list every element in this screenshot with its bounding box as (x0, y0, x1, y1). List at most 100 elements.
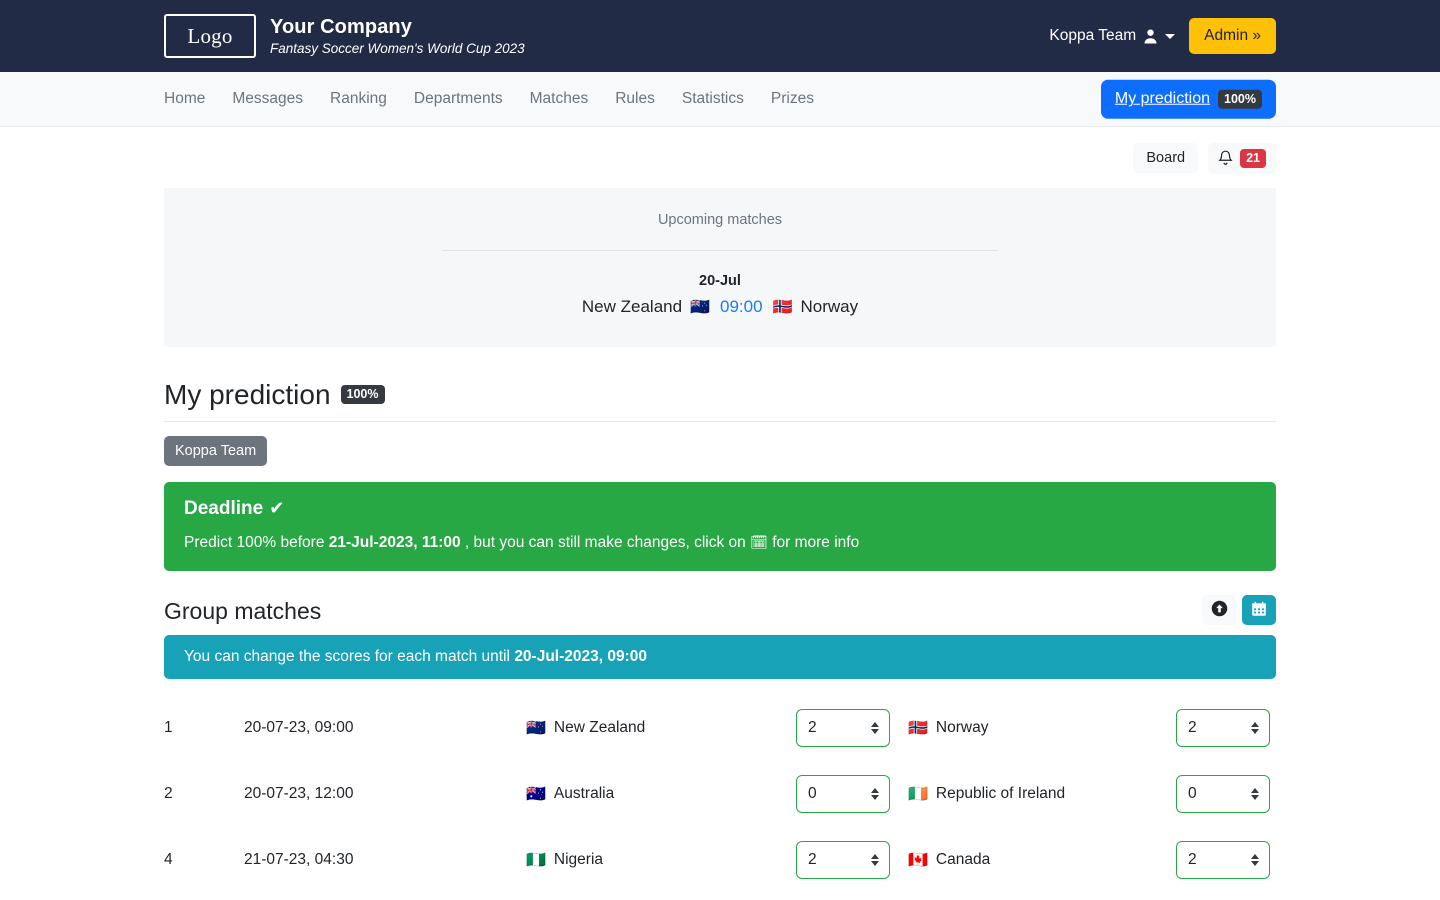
away-score-cell (1176, 761, 1276, 827)
user-menu[interactable]: Koppa Team (1049, 27, 1175, 45)
nav-item-prizes[interactable]: Prizes (771, 90, 814, 108)
group-matches-header: Group matches (164, 595, 1276, 625)
deadline-text-middle: , but you can still make changes, click … (465, 534, 746, 551)
flag-icon-away: 🇳🇴 (908, 720, 928, 736)
match-number: 4 (164, 827, 244, 893)
home-score-cell (796, 893, 908, 900)
board-button[interactable]: Board (1133, 143, 1198, 173)
upcoming-matches-card: Upcoming matches 20-Jul New Zealand 🇳🇿 0… (164, 188, 1276, 347)
chevron-down-icon (1165, 34, 1175, 39)
brand-text: Your Company Fantasy Soccer Women's Worl… (270, 16, 525, 57)
home-score-cell (796, 827, 908, 893)
nav-item-statistics[interactable]: Statistics (682, 90, 744, 108)
score-change-info-alert: You can change the scores for each match… (164, 635, 1276, 679)
match-datetime: 21-07-23, 07:00 (244, 893, 526, 900)
score-info-text: You can change the scores for each match… (184, 648, 510, 665)
upcoming-away-team-name: Norway (800, 297, 858, 317)
away-team-cell: 🇨🇦 Canada (908, 827, 1176, 893)
away-team-cell: 🇳🇴 Norway (908, 695, 1176, 761)
nav-item-departments[interactable]: Departments (414, 90, 503, 108)
nav-item-rules[interactable]: Rules (615, 90, 655, 108)
flag-icon-home: 🇳🇬 (526, 852, 546, 868)
my-prediction-section-header: My prediction 100% (164, 379, 1276, 422)
notification-count-badge: 21 (1240, 149, 1266, 168)
my-prediction-button[interactable]: My prediction 100% (1101, 80, 1276, 119)
away-team-cell: 🇨🇭 Switzerland (908, 893, 1176, 900)
home-team-cell: 🇳🇿 New Zealand (526, 695, 796, 761)
team-chip[interactable]: Koppa Team (164, 436, 267, 466)
calendar-icon[interactable]: 🗓 (750, 535, 768, 551)
nav-item-matches[interactable]: Matches (530, 90, 589, 108)
bell-icon (1218, 150, 1233, 167)
table-row: 2 20-07-23, 12:00 🇦🇺 Australia (164, 761, 1276, 827)
main-navigation: Home Messages Ranking Departments Matche… (0, 72, 1440, 127)
deadline-alert-body: Predict 100% before 21-Jul-2023, 11:00 ,… (184, 532, 1256, 554)
away-score-input[interactable] (1176, 709, 1270, 747)
upcoming-matches-title: Upcoming matches (164, 212, 1276, 228)
brand[interactable]: Logo Your Company Fantasy Soccer Women's… (164, 14, 525, 58)
home-team-cell: 🇵🇭 Philippines (526, 893, 796, 900)
table-row: 3 21-07-23, 07:00 🇵🇭 Philippines (164, 893, 1276, 900)
utility-row: Board 21 (164, 127, 1276, 174)
away-team-cell: 🇮🇪 Republic of Ireland (908, 761, 1176, 827)
upcoming-match-row[interactable]: New Zealand 🇳🇿 09:00 🇳🇴 Norway (164, 297, 1276, 317)
group-matches-title: Group matches (164, 598, 321, 625)
user-icon (1143, 28, 1158, 44)
calendar-icon-button[interactable] (1242, 595, 1276, 625)
page-title: My prediction (164, 379, 331, 411)
home-score-input[interactable] (796, 841, 890, 879)
flag-icon-away: 🇨🇦 (908, 852, 928, 868)
away-score-cell (1176, 695, 1276, 761)
home-score-cell (796, 695, 908, 761)
header-right: Koppa Team Admin » (1049, 18, 1276, 54)
top-header-bar: Logo Your Company Fantasy Soccer Women's… (0, 0, 1440, 72)
away-score-input[interactable] (1176, 775, 1270, 813)
upcoming-home-team: New Zealand 🇳🇿 (582, 297, 710, 317)
home-team-name: Nigeria (554, 851, 603, 869)
nav-links: Home Messages Ranking Departments Matche… (164, 90, 814, 108)
check-icon: ✔ (269, 498, 284, 519)
page-content: Board 21 Upcoming matches 20-Jul New Zea… (0, 127, 1440, 900)
table-row: 1 20-07-23, 09:00 🇳🇿 New Zealand (164, 695, 1276, 761)
upcoming-kickoff-time[interactable]: 09:00 (720, 297, 763, 317)
company-tagline: Fantasy Soccer Women's World Cup 2023 (270, 41, 525, 57)
home-score-input[interactable] (796, 775, 890, 813)
match-number: 3 (164, 893, 244, 900)
flag-icon-new-zealand: 🇳🇿 (690, 299, 710, 315)
prediction-percent-badge: 100% (341, 385, 385, 404)
flag-icon-away: 🇮🇪 (908, 786, 928, 802)
deadline-alert: Deadline ✔ Predict 100% before 21-Jul-20… (164, 482, 1276, 572)
admin-button[interactable]: Admin » (1189, 18, 1276, 54)
nav-item-home[interactable]: Home (164, 90, 205, 108)
my-prediction-percent-badge: 100% (1218, 90, 1262, 109)
deadline-title-text: Deadline (184, 498, 263, 520)
table-row: 4 21-07-23, 04:30 🇳🇬 Nigeria (164, 827, 1276, 893)
nav-item-ranking[interactable]: Ranking (330, 90, 387, 108)
home-team-cell: 🇳🇬 Nigeria (526, 827, 796, 893)
flag-icon-home: 🇳🇿 (526, 720, 546, 736)
home-team-name: New Zealand (554, 719, 645, 737)
match-datetime: 20-07-23, 12:00 (244, 761, 526, 827)
user-name: Koppa Team (1049, 27, 1136, 45)
home-team-cell: 🇦🇺 Australia (526, 761, 796, 827)
deadline-datetime: 21-Jul-2023, 11:00 (329, 534, 461, 551)
home-score-input[interactable] (796, 709, 890, 747)
score-info-datetime: 20-Jul-2023, 09:00 (514, 648, 647, 665)
group-matches-body: 1 20-07-23, 09:00 🇳🇿 New Zealand (164, 695, 1276, 900)
arrow-up-circle-icon-button[interactable] (1202, 595, 1236, 625)
flag-icon-home: 🇦🇺 (526, 786, 546, 802)
nav-item-messages[interactable]: Messages (232, 90, 303, 108)
deadline-alert-title: Deadline ✔ (184, 498, 1256, 520)
away-team-name: Canada (936, 851, 990, 869)
notifications-button[interactable]: 21 (1208, 143, 1276, 174)
upcoming-match-date: 20-Jul (164, 273, 1276, 289)
match-datetime: 20-07-23, 09:00 (244, 695, 526, 761)
match-datetime: 21-07-23, 04:30 (244, 827, 526, 893)
divider (442, 250, 998, 251)
away-score-input[interactable] (1176, 841, 1270, 879)
my-prediction-label: My prediction (1115, 90, 1210, 108)
logo: Logo (164, 14, 256, 58)
away-team-name: Republic of Ireland (936, 785, 1065, 803)
away-team-name: Norway (936, 719, 989, 737)
deadline-text-after: for more info (772, 534, 859, 551)
